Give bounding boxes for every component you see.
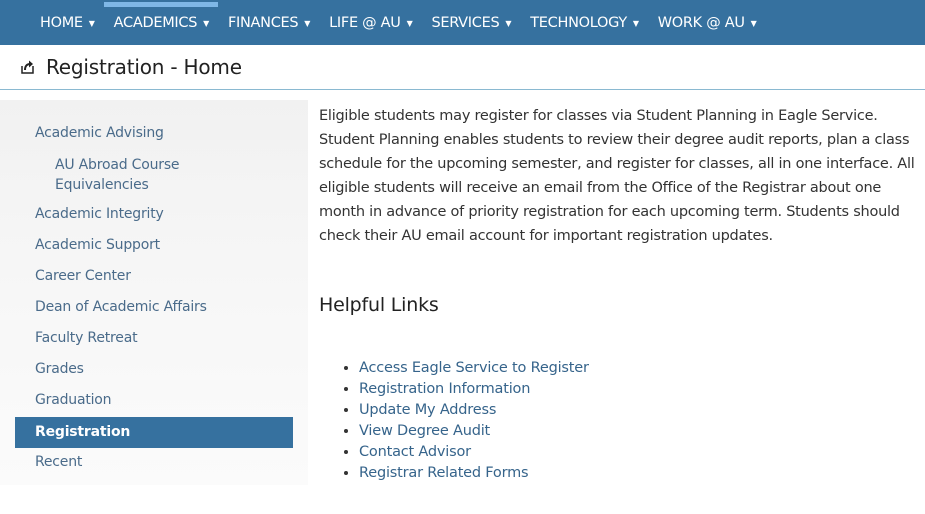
list-item: Contact Advisor — [359, 442, 589, 463]
caret-down-icon: ▼ — [750, 19, 757, 28]
sidebar: Academic Advising AU Abroad Course Equiva… — [0, 100, 308, 485]
helpful-links-heading: Helpful Links — [319, 294, 439, 316]
sidebar-sub-line-1: AU Abroad Course — [55, 157, 180, 173]
sidebar-item-au-abroad-course-equivalencies[interactable]: AU Abroad Course Equivalencies — [55, 155, 180, 195]
nav-academics-label: ACADEMICS — [113, 14, 198, 31]
list-item: Update My Address — [359, 400, 589, 421]
list-item: Registrar Related Forms — [359, 463, 589, 484]
link-contact-advisor[interactable]: Contact Advisor — [359, 444, 471, 460]
link-view-degree-audit[interactable]: View Degree Audit — [359, 423, 490, 439]
list-item: Registration Information — [359, 379, 589, 400]
sidebar-sub-line-2: Equivalencies — [55, 177, 149, 193]
top-navigation: HOME ▼ ACADEMICS ▼ FINANCES ▼ LIFE @ AU ▼ SE… — [0, 0, 925, 45]
list-item: Access Eagle Service to Register — [359, 358, 589, 379]
nav-life-at-au[interactable]: LIFE @ AU ▼ — [319, 0, 421, 45]
link-update-my-address[interactable]: Update My Address — [359, 402, 496, 418]
caret-down-icon: ▼ — [304, 19, 311, 28]
page-title: Registration - Home — [46, 55, 242, 79]
caret-down-icon: ▼ — [632, 19, 639, 28]
link-registration-information[interactable]: Registration Information — [359, 381, 530, 397]
helpful-links-list: Access Eagle Service to Register Registr… — [339, 358, 589, 484]
caret-down-icon: ▼ — [406, 19, 413, 28]
share-export-icon[interactable] — [20, 59, 36, 75]
link-registrar-related-forms[interactable]: Registrar Related Forms — [359, 465, 529, 481]
sidebar-item-academic-support[interactable]: Academic Support — [35, 237, 160, 253]
nav-technology[interactable]: TECHNOLOGY ▼ — [520, 0, 648, 45]
caret-down-icon: ▼ — [505, 19, 512, 28]
sidebar-item-academic-integrity[interactable]: Academic Integrity — [35, 206, 164, 222]
sidebar-item-career-center[interactable]: Career Center — [35, 268, 131, 284]
sidebar-item-graduation[interactable]: Graduation — [35, 392, 112, 408]
sidebar-item-recent[interactable]: Recent — [35, 454, 82, 470]
nav-home-label: HOME — [40, 14, 83, 31]
link-access-eagle-service[interactable]: Access Eagle Service to Register — [359, 360, 589, 376]
nav-services-label: SERVICES — [431, 14, 500, 31]
nav-home[interactable]: HOME ▼ — [30, 0, 104, 45]
page-title-bar: Registration - Home — [0, 45, 925, 90]
caret-down-icon: ▼ — [203, 19, 209, 28]
list-item: View Degree Audit — [359, 421, 589, 442]
nav-services[interactable]: SERVICES ▼ — [421, 0, 520, 45]
main-content: Eligible students may register for class… — [319, 104, 925, 481]
nav-technology-label: TECHNOLOGY — [530, 14, 627, 31]
sidebar-item-registration[interactable]: Registration — [15, 417, 293, 448]
nav-academics[interactable]: ACADEMICS ▼ — [103, 0, 219, 45]
nav-work-at-au[interactable]: WORK @ AU ▼ — [648, 0, 766, 45]
caret-down-icon: ▼ — [88, 19, 95, 28]
top-nav-menu: HOME ▼ ACADEMICS ▼ FINANCES ▼ LIFE @ AU ▼ SE… — [30, 0, 766, 45]
sidebar-item-grades[interactable]: Grades — [35, 361, 84, 377]
sidebar-item-dean-of-academic-affairs[interactable]: Dean of Academic Affairs — [35, 299, 207, 315]
nav-finances[interactable]: FINANCES ▼ — [218, 0, 319, 45]
nav-life-label: LIFE @ AU — [329, 14, 401, 31]
sidebar-item-academic-advising[interactable]: Academic Advising — [35, 125, 164, 141]
nav-finances-label: FINANCES — [227, 14, 299, 31]
sidebar-item-faculty-retreat[interactable]: Faculty Retreat — [35, 330, 138, 346]
nav-work-label: WORK @ AU — [657, 14, 745, 31]
intro-paragraph: Eligible students may register for class… — [319, 108, 915, 244]
